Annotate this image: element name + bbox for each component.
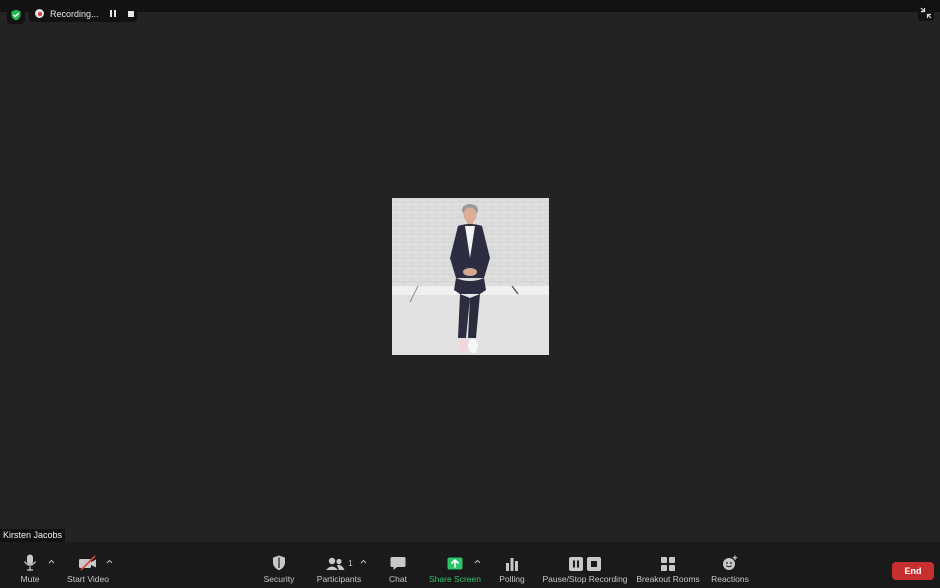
breakout-rooms-label: Breakout Rooms bbox=[636, 574, 700, 584]
recording-status: Recording... bbox=[50, 8, 99, 19]
mute-button[interactable]: Mute bbox=[12, 542, 48, 588]
participants-icon bbox=[326, 557, 345, 570]
top-bar bbox=[0, 0, 940, 12]
stop-icon bbox=[587, 557, 601, 571]
reactions-button[interactable]: Reactions bbox=[710, 542, 750, 588]
participant-video-tile[interactable] bbox=[392, 198, 549, 355]
shield-icon bbox=[273, 555, 285, 571]
chat-label: Chat bbox=[389, 574, 407, 584]
participant-photo bbox=[392, 198, 549, 355]
start-video-label: Start Video bbox=[67, 574, 109, 584]
breakout-rooms-button[interactable]: Breakout Rooms bbox=[636, 542, 700, 588]
participants-options-chevron-up-icon[interactable] bbox=[360, 559, 367, 564]
pause-icon bbox=[569, 557, 583, 571]
share-screen-label: Share Screen bbox=[429, 574, 481, 584]
pause-recording-button[interactable] bbox=[110, 10, 116, 17]
participant-name-tag: Kirsten Jacobs bbox=[0, 529, 66, 542]
security-button[interactable]: Security bbox=[262, 542, 296, 588]
exit-fullscreen-button[interactable] bbox=[918, 5, 934, 21]
recording-dot-icon bbox=[35, 9, 44, 18]
share-options-chevron-up-icon[interactable] bbox=[474, 559, 481, 564]
pause-stop-recording-button[interactable]: Pause/Stop Recording bbox=[542, 542, 628, 588]
polling-button[interactable]: Polling bbox=[496, 542, 528, 588]
grid-icon bbox=[661, 557, 675, 571]
video-off-icon bbox=[79, 555, 96, 571]
minimize-icon bbox=[920, 7, 932, 19]
polling-label: Polling bbox=[499, 574, 525, 584]
stop-recording-button[interactable] bbox=[128, 10, 134, 17]
end-meeting-button[interactable]: End bbox=[892, 562, 934, 580]
share-screen-button[interactable]: Share Screen bbox=[428, 542, 482, 588]
pause-stop-recording-label: Pause/Stop Recording bbox=[542, 574, 628, 584]
chat-bubble-icon bbox=[390, 557, 406, 570]
meeting-toolbar: Mute Start Video Security 1 Participants… bbox=[0, 542, 940, 588]
smiley-plus-icon bbox=[723, 555, 738, 570]
audio-options-chevron-up-icon[interactable] bbox=[48, 559, 55, 564]
start-video-button[interactable]: Start Video bbox=[66, 542, 110, 588]
participants-label: Participants bbox=[316, 574, 362, 584]
video-options-chevron-up-icon[interactable] bbox=[106, 559, 113, 564]
microphone-icon bbox=[23, 554, 37, 571]
participants-count: 1 bbox=[348, 559, 353, 568]
reactions-label: Reactions bbox=[711, 574, 749, 584]
share-screen-icon bbox=[447, 557, 463, 570]
shield-check-icon bbox=[11, 9, 21, 21]
security-label: Security bbox=[263, 574, 295, 584]
recording-indicator: Recording... bbox=[29, 5, 137, 22]
participants-button[interactable]: 1 Participants bbox=[315, 542, 363, 588]
bar-chart-icon bbox=[506, 558, 518, 571]
chat-button[interactable]: Chat bbox=[385, 542, 411, 588]
encryption-shield[interactable] bbox=[7, 6, 25, 24]
mute-label: Mute bbox=[20, 574, 40, 584]
